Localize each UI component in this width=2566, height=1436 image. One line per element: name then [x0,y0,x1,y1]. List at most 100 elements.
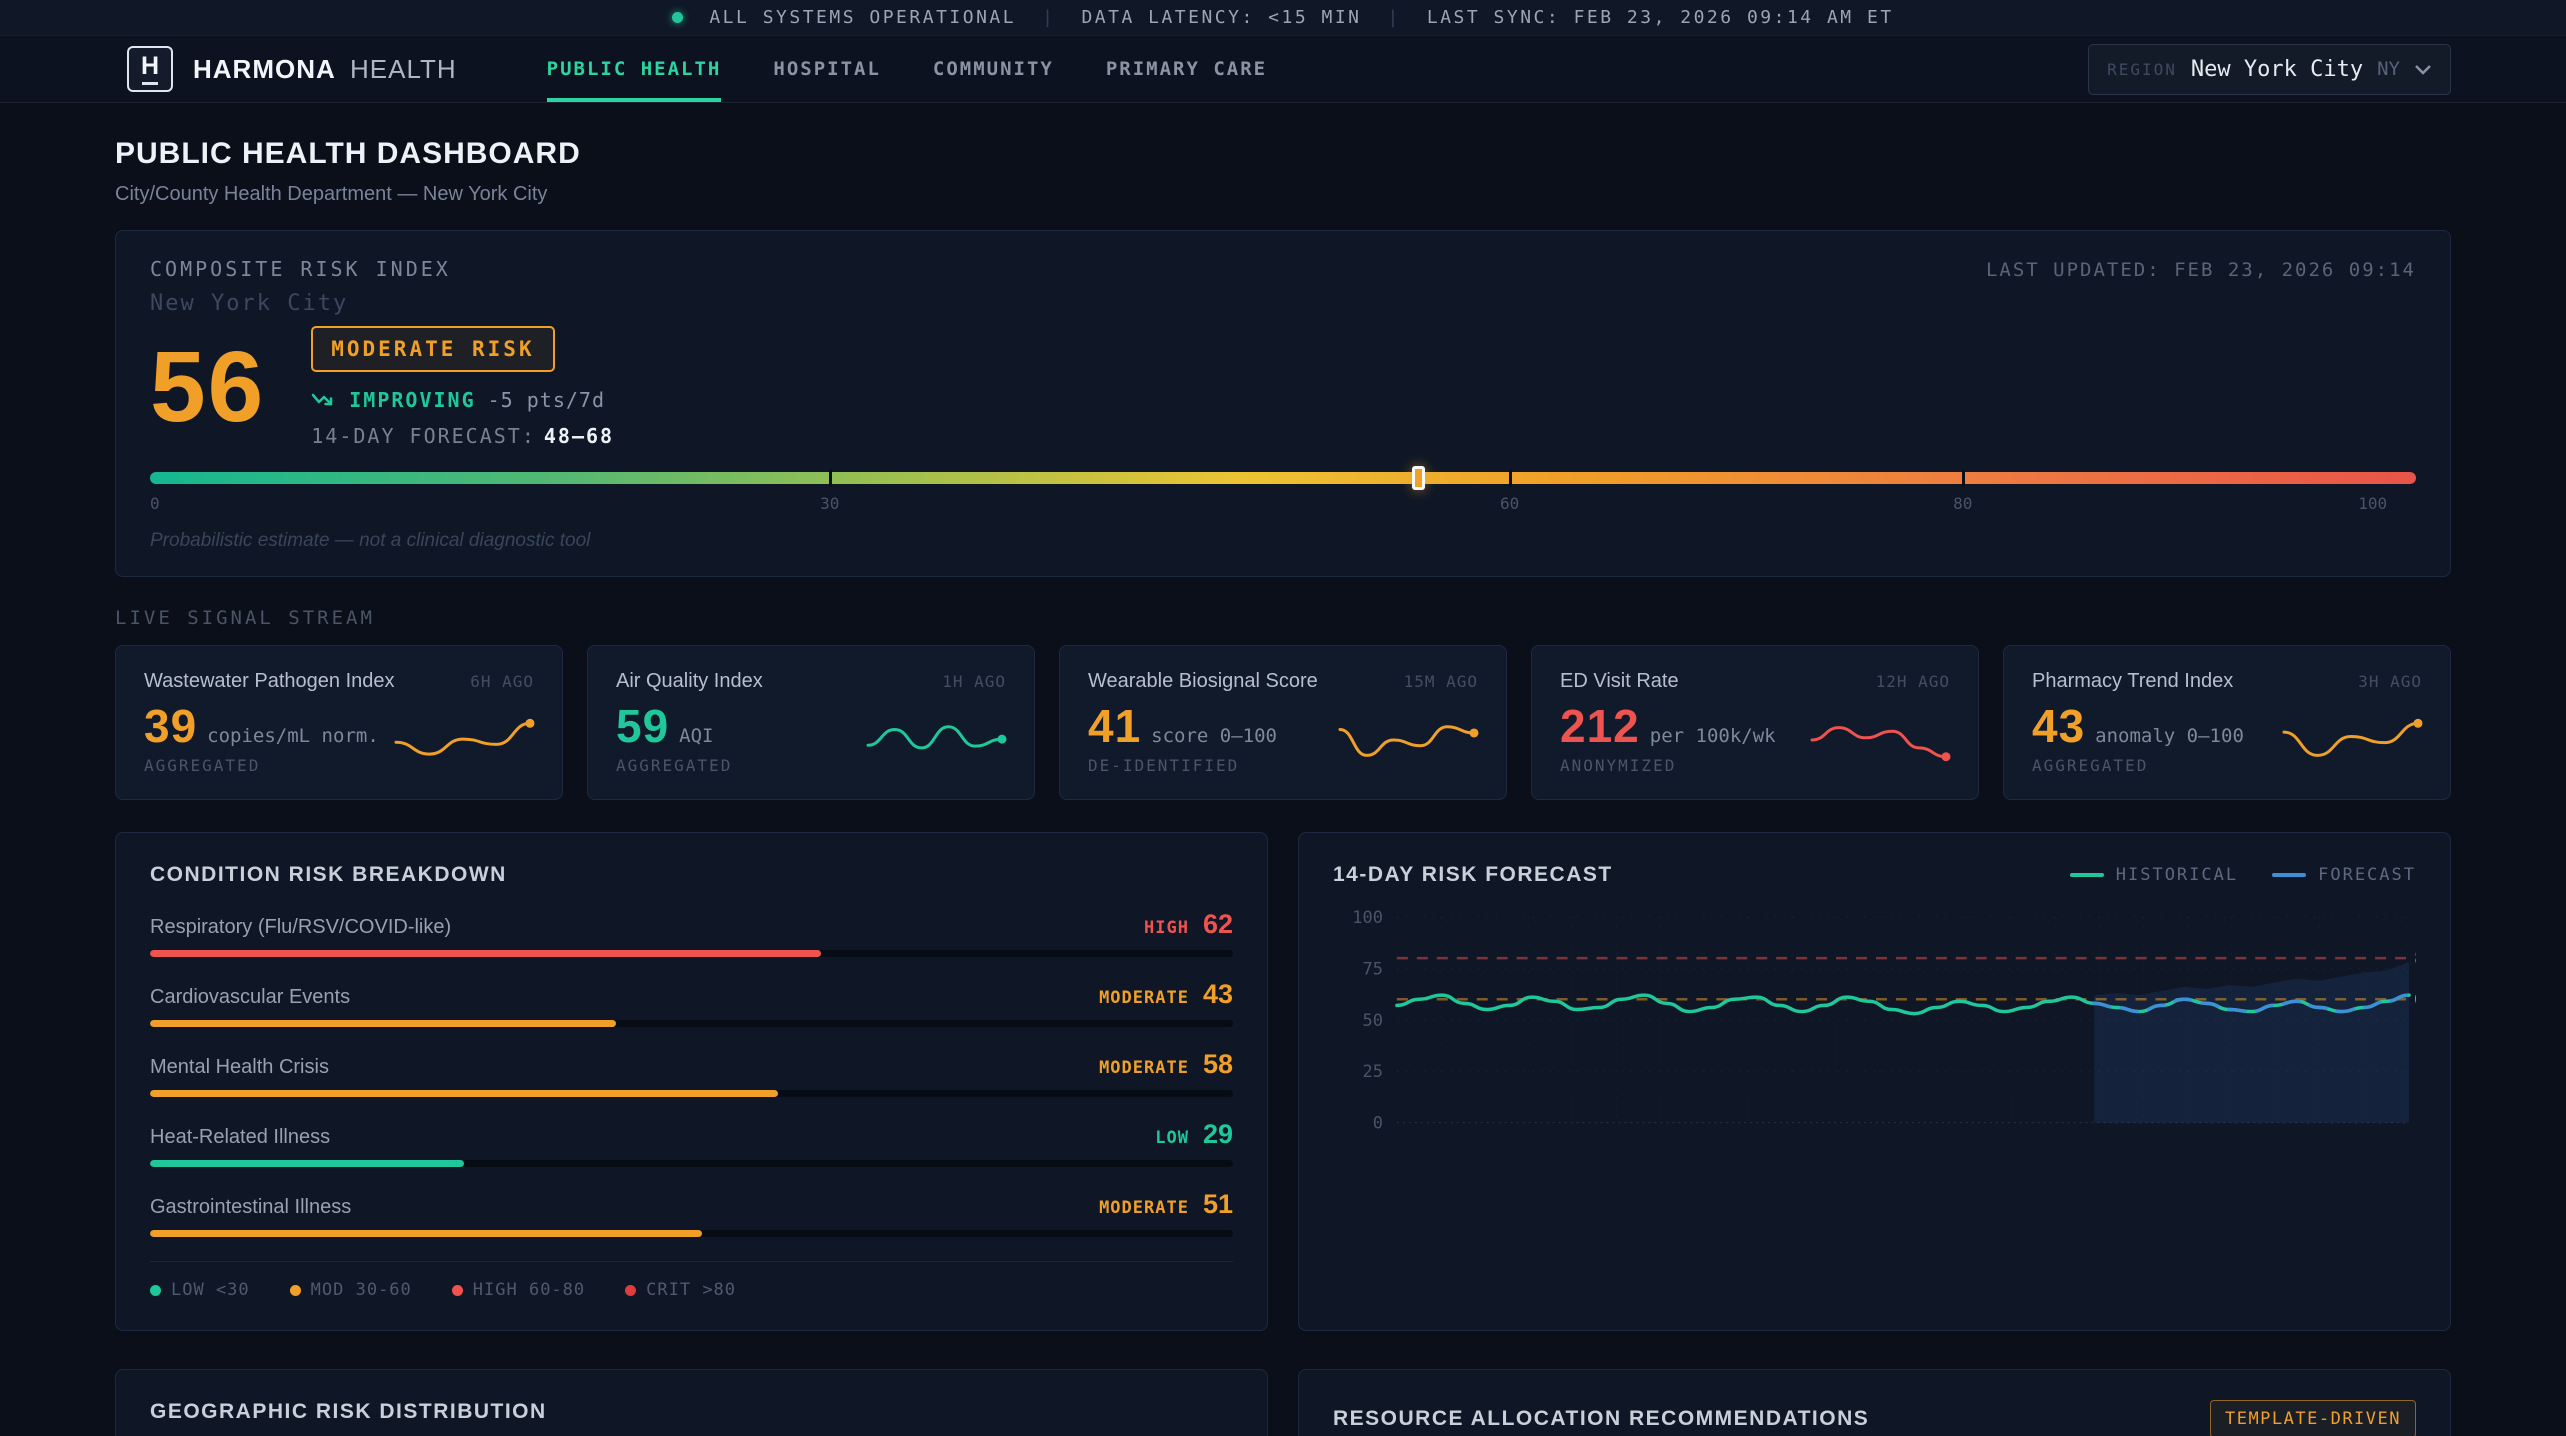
forecast-line-chart: 02550751008060 [1333,905,2416,1173]
last-sync-text: LAST SYNC: FEB 23, 2026 09:14 AM ET [1427,7,1894,28]
svg-text:0: 0 [1373,1113,1383,1133]
condition-row: Gastrointestinal Illness MODERATE 51 [150,1189,1233,1237]
condition-level: MODERATE [1099,988,1189,1008]
svg-text:50: 50 [1362,1010,1382,1030]
signal-value: 39 [144,699,197,753]
risk-gauge-scale: 0306080100 [150,494,2416,516]
forecast-chart-title: 14-DAY RISK FORECAST [1333,863,1613,887]
nav-tab-public-health[interactable]: PUBLIC HEALTH [547,36,722,102]
region-selector[interactable]: REGION New York City NY [2088,44,2451,95]
signals-section-label: LIVE SIGNAL STREAM [115,607,2451,629]
condition-bar-fill [150,1090,778,1097]
condition-bar-track [150,950,1233,957]
condition-level: HIGH [1144,918,1189,938]
condition-bar-track [150,1090,1233,1097]
svg-text:75: 75 [1362,958,1382,978]
recommendations-card: RESOURCE ALLOCATION RECOMMENDATIONS TEMP… [1298,1369,2451,1436]
condition-label: Gastrointestinal Illness [150,1196,351,1219]
nav-tab-label: COMMUNITY [933,58,1054,80]
signal-time-ago: 6H AGO [470,672,534,691]
legend-line-icon [2272,873,2306,877]
condition-risk-card: CONDITION RISK BREAKDOWN Respiratory (Fl… [115,832,1268,1331]
brand-name: HARMONA HEALTH [193,54,457,85]
gauge-scale-label: 80 [1953,494,1972,513]
nav-tab-community[interactable]: COMMUNITY [933,36,1054,102]
signal-value: 43 [2032,699,2085,753]
brand-name-bold: HARMONA [193,54,336,84]
region-label: REGION [2107,60,2177,79]
chart-legend-item: HISTORICAL [2070,865,2238,885]
gauge-tick [1509,469,1512,487]
signal-value: 41 [1088,699,1141,753]
divider: | [1388,7,1401,28]
risk-gauge-gradient [150,472,2416,484]
signal-time-ago: 1H AGO [942,672,1006,691]
signal-card: Wearable Biosignal Score 15M AGO 41 scor… [1059,645,1507,800]
region-value: New York City [2191,57,2363,82]
chart-legend-label: FORECAST [2318,865,2416,885]
signal-time-ago: 3H AGO [2358,672,2422,691]
gauge-scale-label: 100 [2358,494,2387,513]
condition-bar-fill [150,950,821,957]
signal-title: Pharmacy Trend Index [2032,670,2233,693]
signal-title: Air Quality Index [616,670,763,693]
signal-time-ago: 12H AGO [1876,672,1950,691]
logo-letter: H [141,54,159,79]
condition-label: Mental Health Crisis [150,1056,329,1079]
condition-level: MODERATE [1099,1198,1189,1218]
legend-label: CRIT >80 [646,1280,736,1300]
brand: H HARMONA HEALTH [127,36,457,102]
trend-delta: -5 pts/7d [488,388,605,412]
condition-bar-fill [150,1020,616,1027]
signal-card: Air Quality Index 1H AGO 59 AQI AGGREGAT… [587,645,1035,800]
chart-legend-label: HISTORICAL [2116,865,2238,885]
signal-value: 212 [1560,699,1640,753]
primary-nav: PUBLIC HEALTH HOSPITAL COMMUNITY PRIMARY… [547,36,2088,102]
divider: | [1042,7,1055,28]
condition-bar-track [150,1230,1233,1237]
signal-time-ago: 15M AGO [1404,672,1478,691]
trend-label: IMPROVING [349,388,475,412]
sparkline-chart [2276,708,2426,770]
condition-bar-fill [150,1160,464,1167]
nav-tab-label: HOSPITAL [773,58,881,80]
legend-item: LOW <30 [150,1280,250,1300]
condition-bar-fill [150,1230,702,1237]
composite-score: 56 [150,340,265,435]
sparkline-chart [1332,708,1482,770]
risk-gauge [150,472,2416,484]
signal-card-row: Wastewater Pathogen Index 6H AGO 39 copi… [115,645,2451,800]
gauge-disclaimer: Probabilistic estimate — not a clinical … [150,530,2416,552]
legend-dot-icon [150,1285,161,1296]
risk-level-badge: MODERATE RISK [311,326,554,372]
page-subtitle: City/County Health Department — New York… [115,183,2451,206]
recommendations-title: RESOURCE ALLOCATION RECOMMENDATIONS [1333,1407,1869,1431]
condition-risk-title: CONDITION RISK BREAKDOWN [150,863,1233,887]
sparkline-chart [388,708,538,770]
condition-bar-track [150,1160,1233,1167]
template-driven-badge: TEMPLATE-DRIVEN [2210,1400,2416,1436]
signal-unit: copies/mL norm. [207,725,379,747]
legend-label: MOD 30-60 [311,1280,412,1300]
condition-row: Respiratory (Flu/RSV/COVID-like) HIGH 62 [150,909,1233,957]
condition-value: 43 [1203,979,1233,1010]
signal-value: 59 [616,699,669,753]
svg-text:60: 60 [2414,989,2416,1010]
condition-label: Respiratory (Flu/RSV/COVID-like) [150,916,451,939]
condition-row: Mental Health Crisis MODERATE 58 [150,1049,1233,1097]
condition-row: Cardiovascular Events MODERATE 43 [150,979,1233,1027]
public-health-dashboard: ALL SYSTEMS OPERATIONAL | DATA LATENCY: … [0,0,2566,1436]
condition-value: 51 [1203,1189,1233,1220]
nav-tab-hospital[interactable]: HOSPITAL [773,36,881,102]
composite-risk-card: COMPOSITE RISK INDEX LAST UPDATED: FEB 2… [115,230,2451,577]
svg-text:100: 100 [1352,907,1383,927]
nav-tab-primary-care[interactable]: PRIMARY CARE [1106,36,1267,102]
risk-legend: LOW <30 MOD 30-60 HIGH 60-80 CRIT >80 [150,1261,1233,1300]
forecast-label: 14-DAY FORECAST: [311,424,536,448]
trending-down-icon [311,391,337,409]
harmona-logo: H [127,46,173,92]
legend-dot-icon [290,1285,301,1296]
gauge-scale-label: 0 [150,494,160,513]
gauge-tick [829,469,832,487]
status-dot-icon [672,12,683,23]
